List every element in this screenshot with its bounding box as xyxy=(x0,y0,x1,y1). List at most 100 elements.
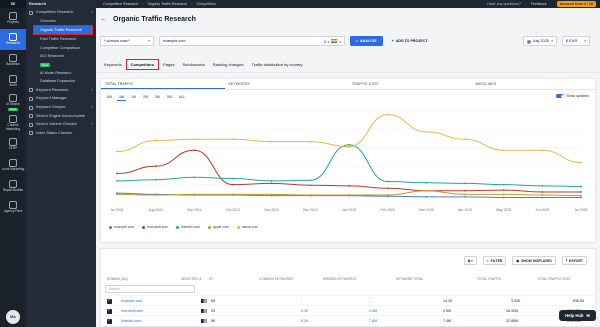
rail-item-research[interactable]: Research xyxy=(0,29,26,50)
data-point[interactable] xyxy=(154,139,157,142)
rail-item-agency[interactable]: Agency Pack xyxy=(0,197,26,218)
sidebar-item-paid-traffic[interactable]: Paid Traffic Research xyxy=(26,35,96,43)
rail-item-serp[interactable]: SERP xyxy=(0,134,26,155)
data-point[interactable] xyxy=(348,194,350,196)
breadcrumb-item[interactable]: Organic Traffic Research xyxy=(148,2,188,6)
col-st[interactable]: ST xyxy=(209,277,213,281)
legend-item[interactable]: example.com xyxy=(109,225,134,229)
rail-item-local[interactable]: Local Marketing xyxy=(0,155,26,176)
data-point[interactable] xyxy=(386,180,389,183)
range-option[interactable]: 1M xyxy=(129,94,138,101)
data-point[interactable] xyxy=(116,193,118,196)
data-point[interactable] xyxy=(232,193,234,196)
data-point[interactable] xyxy=(502,183,505,186)
row-checkbox[interactable] xyxy=(107,318,112,324)
col-total-traffic[interactable]: TOTAL TRAFFIC xyxy=(477,277,501,281)
data-point[interactable] xyxy=(502,189,505,192)
engine-select[interactable]: G ▾ ▾ xyxy=(324,38,341,44)
data-point[interactable] xyxy=(580,194,582,197)
row-checkbox[interactable] xyxy=(107,298,112,304)
data-point[interactable] xyxy=(193,193,196,196)
sidebar-group-keyword-grouper[interactable]: Keyword Grouper ˅ xyxy=(26,103,96,112)
tab-traffic-distribution[interactable]: Traffic distribution by country xyxy=(248,60,307,69)
sidebar-group-autocomplete[interactable]: Search Engine Autocomplete xyxy=(26,112,96,121)
data-point[interactable] xyxy=(270,182,273,185)
sidebar-group-volume[interactable]: Search Volume Checker ˅ xyxy=(26,120,96,129)
data-point[interactable] xyxy=(386,113,389,116)
range-option[interactable]: 2M xyxy=(141,94,150,101)
legend-item[interactable]: microsoft.com xyxy=(142,225,168,229)
domain-link[interactable]: linkedin.com xyxy=(121,319,141,323)
legend-item[interactable]: apple.com xyxy=(208,225,229,229)
sidebar-group-keyword-manager[interactable]: Keyword Manager xyxy=(26,94,96,103)
export-button[interactable]: ⭳ EXPORT xyxy=(561,256,587,265)
help-link[interactable]: Have any questions? xyxy=(487,2,521,6)
range-option[interactable]: 3M xyxy=(153,94,162,101)
filter-button[interactable]: ≡ FILTER xyxy=(482,256,507,265)
table-search-input[interactable]: Search xyxy=(105,285,195,293)
rail-item-backlinks[interactable]: Backlinks xyxy=(0,50,26,71)
show-updates-toggle[interactable]: Show updates xyxy=(556,94,589,98)
data-point[interactable] xyxy=(193,176,196,179)
legend-item[interactable]: linkedin.com xyxy=(176,225,200,229)
sidebar-item-ai-mode[interactable]: AI Mode Research xyxy=(26,69,96,77)
rail-item-projects[interactable]: Projects xyxy=(0,8,26,29)
data-point[interactable] xyxy=(116,180,118,182)
data-point[interactable] xyxy=(580,196,582,199)
tab-subdomains[interactable]: Subdomains xyxy=(178,60,208,69)
col-total-traffic-cost[interactable]: TOTAL TRAFFIC COST xyxy=(537,277,571,281)
data-point[interactable] xyxy=(309,184,312,187)
sidebar-item-aio-research[interactable]: AIO Research xyxy=(26,52,96,60)
tab-ranking-changes[interactable]: Ranking changes xyxy=(209,60,248,69)
table-row[interactable]: microsoft.com 93 5.3K 2.9M 2.9M 16.32M €… xyxy=(101,305,597,315)
rail-item-content[interactable]: Content Marketing xyxy=(0,113,26,134)
data-point[interactable] xyxy=(309,179,312,182)
data-point[interactable] xyxy=(116,172,118,175)
show-displayed-button[interactable]: ◉ SHOW DISPLAYED xyxy=(512,256,556,265)
account-badge[interactable]: Account from 4 / 18 xyxy=(556,1,596,7)
col-common-keywords[interactable]: COMMON KEYWORDS xyxy=(259,277,293,281)
data-point[interactable] xyxy=(348,184,350,187)
col-missing-keywords[interactable]: MISSING KEYWORDS xyxy=(323,277,356,281)
tab-competitors[interactable]: Competitors xyxy=(125,58,160,70)
data-point[interactable] xyxy=(154,165,157,168)
data-point[interactable] xyxy=(580,161,582,164)
data-point[interactable] xyxy=(464,182,466,185)
data-point[interactable] xyxy=(309,140,312,143)
data-point[interactable] xyxy=(348,143,350,146)
metric-tab-total-traffic[interactable]: TOTAL TRAFFIC xyxy=(101,79,225,89)
data-point[interactable] xyxy=(425,189,428,192)
range-option[interactable]: 6M xyxy=(105,94,114,101)
data-point[interactable] xyxy=(309,194,312,196)
metric-tab-keywords[interactable]: KEYWORDS xyxy=(225,79,349,89)
data-point[interactable] xyxy=(425,130,428,133)
range-option[interactable]: 1M xyxy=(117,94,126,101)
data-point[interactable] xyxy=(464,195,466,198)
sidebar-item-database[interactable]: Database Expansion xyxy=(26,77,96,85)
sidebar-item-competitor-comparison[interactable]: Competitor Comparison xyxy=(26,44,96,52)
data-point[interactable] xyxy=(541,194,544,196)
range-option[interactable]: ALL xyxy=(177,94,187,101)
date-select[interactable]: ▦ July 2025 ▾ xyxy=(523,36,557,46)
tab-keywords[interactable]: Keywords xyxy=(100,60,126,69)
sidebar-group-competitive[interactable]: Competitive Research ˄ xyxy=(26,8,96,17)
view-options-button[interactable]: ⧉ ▾ xyxy=(463,256,477,265)
sidebar-item-organic-traffic[interactable]: Organic Traffic Research xyxy=(33,25,93,36)
sidebar-group-index[interactable]: Index Status Checker xyxy=(26,129,96,138)
domain-input[interactable]: example.com G ▾ ▾ xyxy=(159,36,345,46)
feedback-link[interactable]: Feedback xyxy=(531,2,547,6)
metric-tab-traffic-cost[interactable]: TRAFFIC COST xyxy=(348,79,472,89)
range-option[interactable]: 5M xyxy=(165,94,174,101)
data-point[interactable] xyxy=(386,187,389,190)
data-point[interactable] xyxy=(464,193,466,196)
data-point[interactable] xyxy=(541,149,544,152)
add-to-project-button[interactable]: + ADD TO PROJECT xyxy=(388,36,432,46)
data-point[interactable] xyxy=(541,196,544,199)
data-point[interactable] xyxy=(348,145,350,148)
rail-item-audit[interactable]: Audit xyxy=(0,71,26,92)
data-point[interactable] xyxy=(580,185,582,188)
data-point[interactable] xyxy=(580,191,582,193)
analyze-button[interactable]: ⌕ ANALYZE xyxy=(350,36,383,46)
data-point[interactable] xyxy=(193,149,196,152)
table-row[interactable]: example.com 65 - - 14.2K 3.02K €36.59 xyxy=(101,295,597,305)
